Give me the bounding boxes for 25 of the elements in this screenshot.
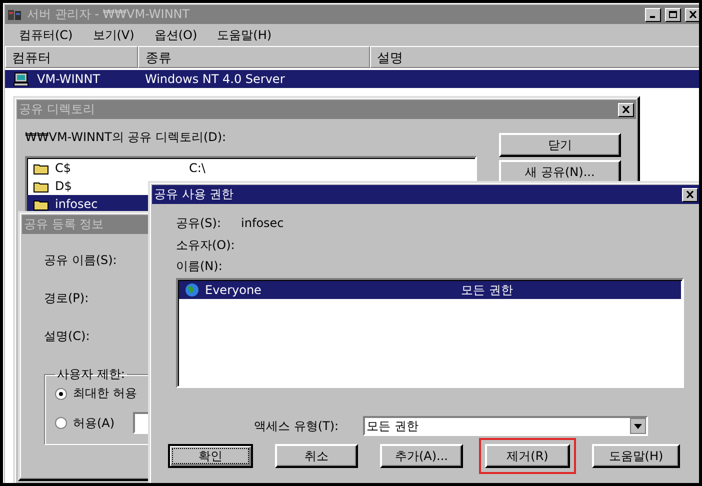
- window-title: 공유 등록 정보: [24, 216, 104, 233]
- field-label: 공유(S):: [176, 214, 222, 232]
- field-label: 이름(N):: [176, 258, 222, 274]
- window-title: 서버 관리자 - ₩₩VM-WINNT: [27, 6, 190, 23]
- table-cell-text: Windows NT 4.0 Server: [144, 72, 285, 86]
- user-name: Everyone: [205, 283, 262, 297]
- share-name: C$: [55, 161, 72, 175]
- field-label: 공유 이름(S):: [44, 252, 117, 269]
- field-label: 경로(P):: [44, 290, 89, 307]
- window-title: 공유 디렉토리: [19, 101, 95, 118]
- field-label: 액세스 유형(T):: [254, 418, 339, 434]
- share-name: infosec: [55, 197, 99, 211]
- list-label: ₩₩VM-WINNT의 공유 디렉토리(D):: [25, 129, 228, 146]
- table-cell: VM-WINNT: [37, 72, 100, 86]
- share-value: infosec: [241, 216, 284, 230]
- radio-label: 허용(A): [73, 414, 115, 432]
- window-title: 공유 사용 권한: [154, 186, 234, 203]
- dropdown-value: 모든 권한: [366, 418, 418, 434]
- field-label: 소유자(O):: [176, 236, 235, 254]
- share-path: C:\: [189, 161, 206, 175]
- access-level: 모든 권한: [461, 282, 513, 298]
- share-name: D$: [55, 179, 73, 193]
- radio-label: 최대한 허용: [73, 385, 137, 402]
- field-label: 설명(C):: [44, 328, 90, 345]
- group-label: 사용자 제한:: [56, 366, 126, 383]
